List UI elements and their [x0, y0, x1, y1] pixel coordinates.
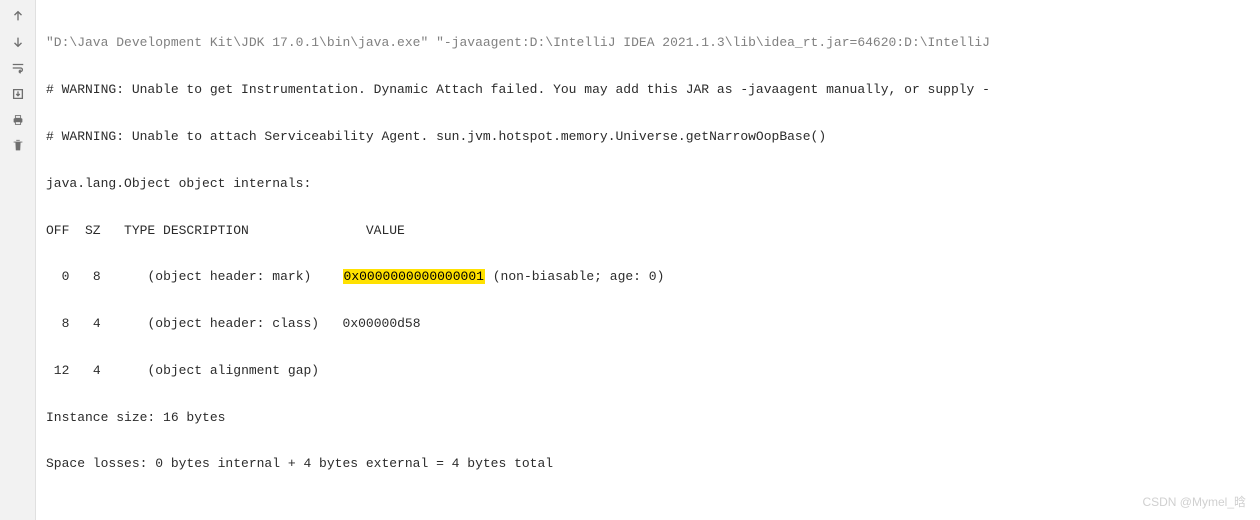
- internals-title: java.lang.Object object internals:: [46, 172, 1250, 195]
- print-icon[interactable]: [10, 112, 26, 128]
- trash-icon[interactable]: [10, 138, 26, 154]
- space-losses: Space losses: 0 bytes internal + 4 bytes…: [46, 452, 1250, 475]
- highlighted-value: 0x0000000000000001: [343, 269, 485, 284]
- instance-size: Instance size: 16 bytes: [46, 406, 1250, 429]
- table-row: 8 4 (object header: class) 0x00000d58: [46, 312, 1250, 335]
- console-gutter: [0, 0, 36, 520]
- soft-wrap-icon[interactable]: [10, 60, 26, 76]
- scroll-to-end-icon[interactable]: [10, 86, 26, 102]
- arrow-down-icon[interactable]: [10, 34, 26, 50]
- table-header: OFF SZ TYPE DESCRIPTION VALUE: [46, 219, 1250, 242]
- table-row: 0 8 (object header: mark) 0x000000000000…: [46, 265, 1250, 288]
- table-row: 12 4 (object alignment gap): [46, 359, 1250, 382]
- command-line: "D:\Java Development Kit\JDK 17.0.1\bin\…: [46, 31, 1250, 54]
- console-output[interactable]: "D:\Java Development Kit\JDK 17.0.1\bin\…: [36, 0, 1260, 520]
- warning-line: # WARNING: Unable to get Instrumentation…: [46, 78, 1250, 101]
- warning-line: # WARNING: Unable to attach Serviceabili…: [46, 125, 1250, 148]
- arrow-up-icon[interactable]: [10, 8, 26, 24]
